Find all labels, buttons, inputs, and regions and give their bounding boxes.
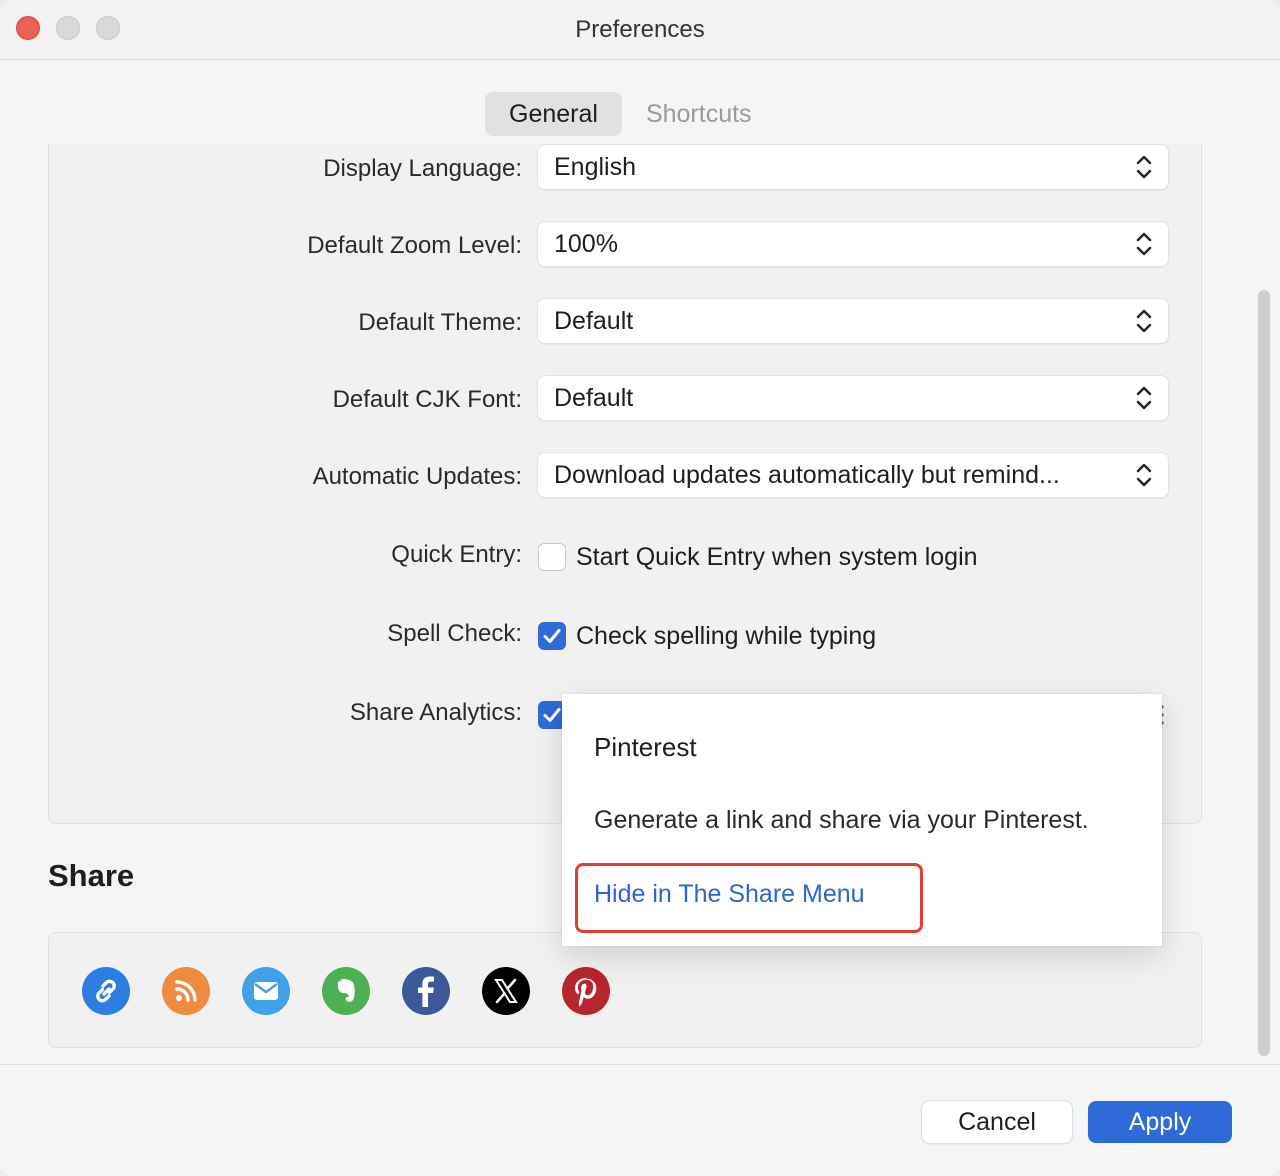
cjk-font-select[interactable]: Default (538, 376, 1168, 420)
evernote-icon[interactable] (322, 967, 370, 1015)
display-language-select[interactable]: English (538, 145, 1168, 189)
pinterest-popover: Pinterest Generate a link and share via … (562, 694, 1162, 946)
display-language-value: English (554, 153, 636, 181)
cjk-font-label: Default CJK Font: (332, 386, 522, 413)
checkmark-icon (543, 629, 561, 643)
quick-entry-checkbox[interactable] (538, 543, 566, 571)
x-icon[interactable] (482, 967, 530, 1015)
rss-icon[interactable] (162, 967, 210, 1015)
share-section-title: Share (48, 858, 135, 893)
hide-in-share-menu-link[interactable]: Hide in The Share Menu (594, 880, 865, 909)
facebook-icon[interactable] (402, 967, 450, 1015)
title-bar: Preferences (0, 0, 1280, 60)
quick-entry-option: Start Quick Entry when system login (538, 542, 978, 572)
popover-description: Generate a link and share via your Pinte… (594, 806, 1089, 834)
updown-chevron-icon (1136, 232, 1152, 256)
spell-check-label: Spell Check: (387, 620, 522, 647)
zoom-level-label: Default Zoom Level: (307, 232, 522, 259)
tab-general[interactable]: General (485, 92, 622, 136)
spell-check-checkbox-label[interactable]: Check spelling while typing (576, 622, 876, 651)
quick-entry-label: Quick Entry: (391, 541, 522, 568)
preferences-window: Preferences General Shortcuts Display La… (0, 0, 1280, 1176)
spell-check-checkbox[interactable] (538, 622, 566, 650)
pinterest-icon[interactable] (562, 967, 610, 1015)
popover-title: Pinterest (594, 732, 697, 762)
display-language-label: Display Language: (323, 155, 522, 182)
updown-chevron-icon (1136, 155, 1152, 179)
share-services-panel (48, 932, 1202, 1048)
window-title: Preferences (575, 16, 705, 43)
automatic-updates-select[interactable]: Download updates automatically but remin… (538, 453, 1168, 497)
quick-entry-checkbox-label[interactable]: Start Quick Entry when system login (576, 543, 978, 572)
share-analytics-label: Share Analytics: (349, 699, 522, 726)
automatic-updates-label: Automatic Updates: (312, 463, 522, 490)
automatic-updates-value: Download updates automatically but remin… (554, 461, 1060, 489)
cancel-button[interactable]: Cancel (922, 1101, 1072, 1143)
tab-bar: General Shortcuts (485, 92, 776, 136)
zoom-level-value: 100% (554, 230, 618, 258)
mail-icon[interactable] (242, 967, 290, 1015)
updown-chevron-icon (1136, 309, 1152, 333)
theme-select[interactable]: Default (538, 299, 1168, 343)
link-icon[interactable] (82, 967, 130, 1015)
cjk-font-value: Default (554, 384, 634, 412)
spell-check-option: Check spelling while typing (538, 621, 876, 651)
tab-shortcuts[interactable]: Shortcuts (622, 92, 776, 136)
dialog-footer: Cancel Apply (0, 1064, 1280, 1176)
updown-chevron-icon (1136, 463, 1152, 487)
theme-label: Default Theme: (358, 309, 522, 336)
updown-chevron-icon (1136, 386, 1152, 410)
apply-button[interactable]: Apply (1088, 1101, 1232, 1143)
theme-value: Default (554, 307, 634, 335)
vertical-scrollbar[interactable] (1258, 290, 1270, 1056)
zoom-level-select[interactable]: 100% (538, 222, 1168, 266)
